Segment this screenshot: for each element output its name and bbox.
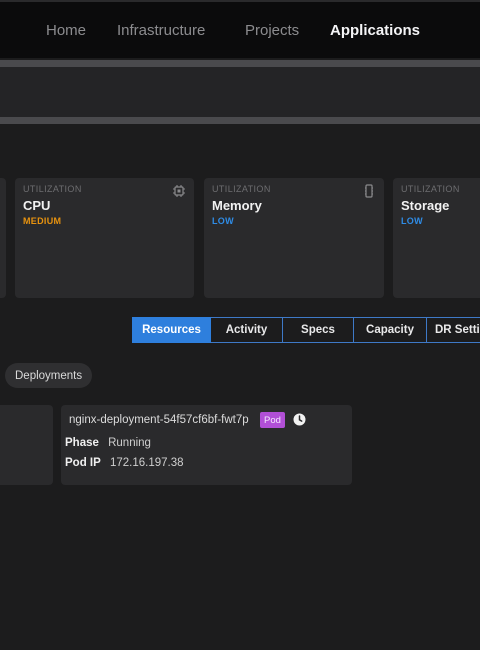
- clock-icon[interactable]: [293, 413, 306, 426]
- pod-phase-row: Phase Running: [65, 437, 151, 449]
- detail-tabs: Resources Activity Specs Capacity DR Set…: [132, 317, 480, 343]
- utilization-name: Memory: [212, 198, 262, 213]
- utilization-card-partial: [0, 178, 6, 298]
- utilization-name: CPU: [23, 198, 51, 213]
- utilization-eyebrow: UTILIZATION: [23, 184, 82, 194]
- pod-phase-label: Phase: [65, 437, 99, 449]
- tab-resources[interactable]: Resources: [132, 317, 211, 343]
- chip-icon: [173, 185, 185, 197]
- utilization-eyebrow: UTILIZATION: [401, 184, 460, 194]
- utilization-card-storage: UTILIZATION Storage LOW: [393, 178, 480, 298]
- utilization-eyebrow: UTILIZATION: [212, 184, 271, 194]
- pod-name[interactable]: nginx-deployment-54f57cf6bf-fwt7p: [69, 414, 249, 426]
- resource-card-partial[interactable]: [0, 405, 53, 485]
- tab-capacity[interactable]: Capacity: [354, 317, 427, 343]
- utilization-name: Storage: [401, 198, 450, 213]
- header-divider: [0, 60, 480, 67]
- nav-projects[interactable]: Projects: [245, 22, 299, 39]
- nav-applications[interactable]: Applications: [330, 22, 420, 39]
- pod-card[interactable]: nginx-deployment-54f57cf6bf-fwt7p Pod Ph…: [61, 405, 352, 485]
- nav-infrastructure[interactable]: Infrastructure: [117, 22, 205, 39]
- pod-phase-value: Running: [108, 437, 151, 449]
- utilization-level: MEDIUM: [23, 216, 62, 226]
- memory-icon: [365, 184, 373, 198]
- top-navbar: Home Infrastructure Projects Application…: [0, 0, 480, 58]
- utilization-level: LOW: [401, 216, 423, 226]
- pod-ip-value: 172.16.197.38: [109, 457, 184, 469]
- tab-activity[interactable]: Activity: [211, 317, 283, 343]
- tab-dr-settings[interactable]: DR Setti: [427, 317, 480, 343]
- nav-home[interactable]: Home: [46, 22, 86, 39]
- header-band: [0, 67, 480, 117]
- pod-ip-row: Pod IP 172.16.197.38: [65, 457, 184, 469]
- pod-ip-label: Pod IP: [65, 457, 101, 469]
- deployments-filter-chip[interactable]: Deployments: [5, 363, 93, 388]
- header-divider: [0, 117, 480, 124]
- utilization-card-memory: UTILIZATION Memory LOW: [204, 178, 384, 298]
- pod-type-badge: Pod: [260, 412, 285, 428]
- utilization-card-cpu: UTILIZATION CPU MEDIUM: [15, 178, 194, 298]
- tab-specs[interactable]: Specs: [283, 317, 354, 343]
- utilization-level: LOW: [212, 216, 234, 226]
